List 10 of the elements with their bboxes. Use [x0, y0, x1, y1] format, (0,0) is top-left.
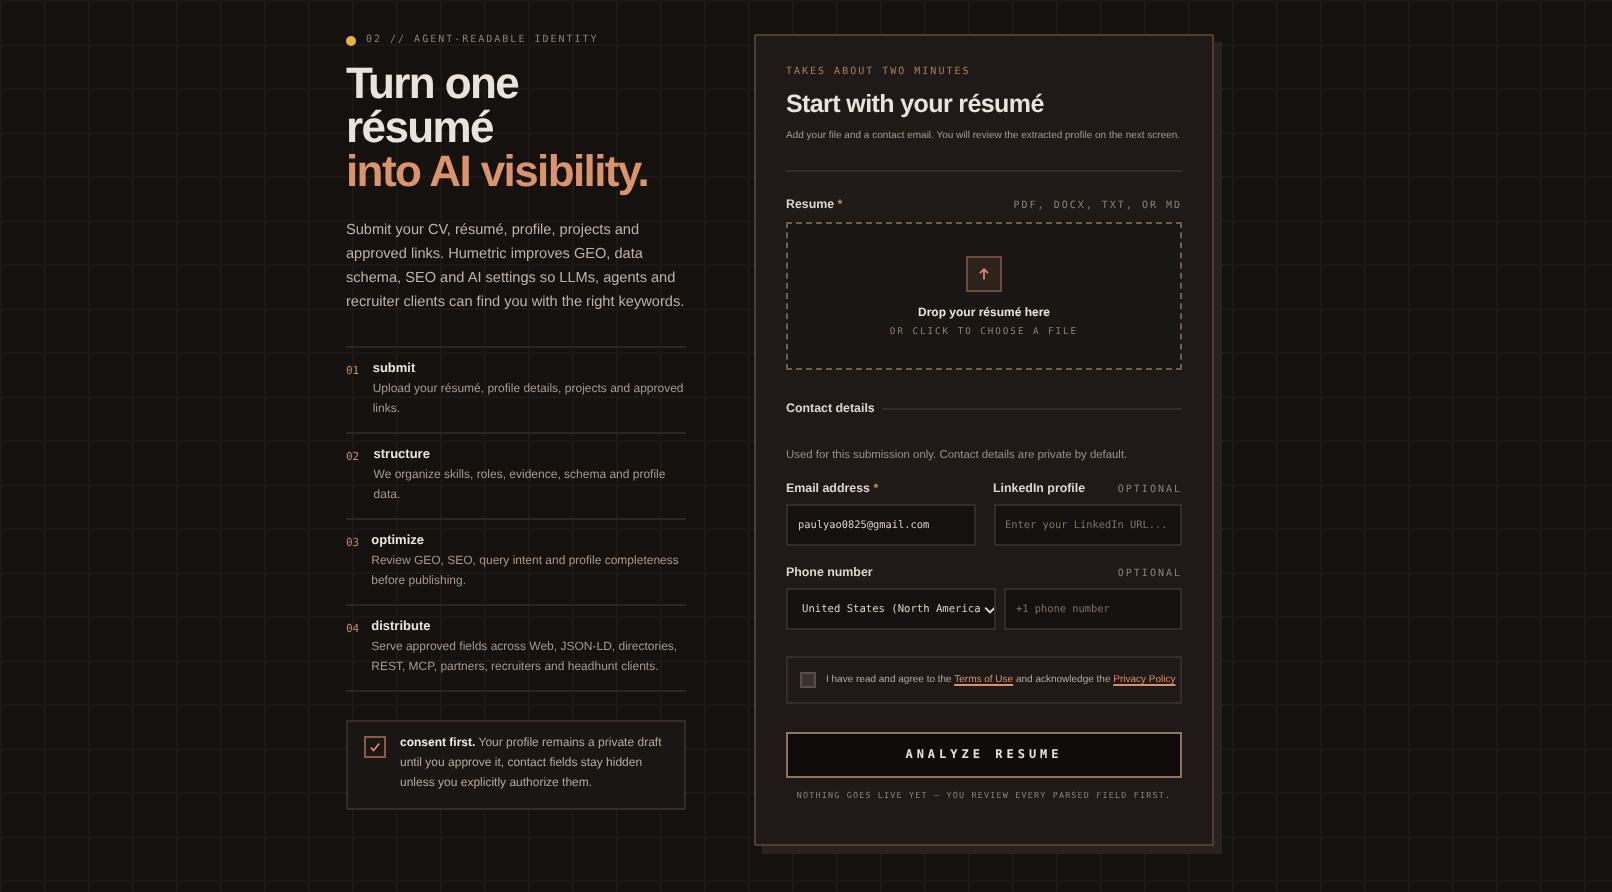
headline-accent: into AI visibility.	[346, 150, 651, 194]
consent-checkbox[interactable]	[364, 736, 386, 758]
upload-icon	[966, 255, 1002, 291]
headline-line: résumé	[346, 106, 495, 150]
caret-icon	[982, 601, 994, 617]
status-dot-icon	[346, 35, 356, 45]
check-icon	[368, 740, 382, 754]
terms-checkbox[interactable]	[800, 672, 816, 688]
headline-line: Turn one	[346, 62, 521, 106]
form-title: Start with your résumé	[786, 90, 1046, 118]
